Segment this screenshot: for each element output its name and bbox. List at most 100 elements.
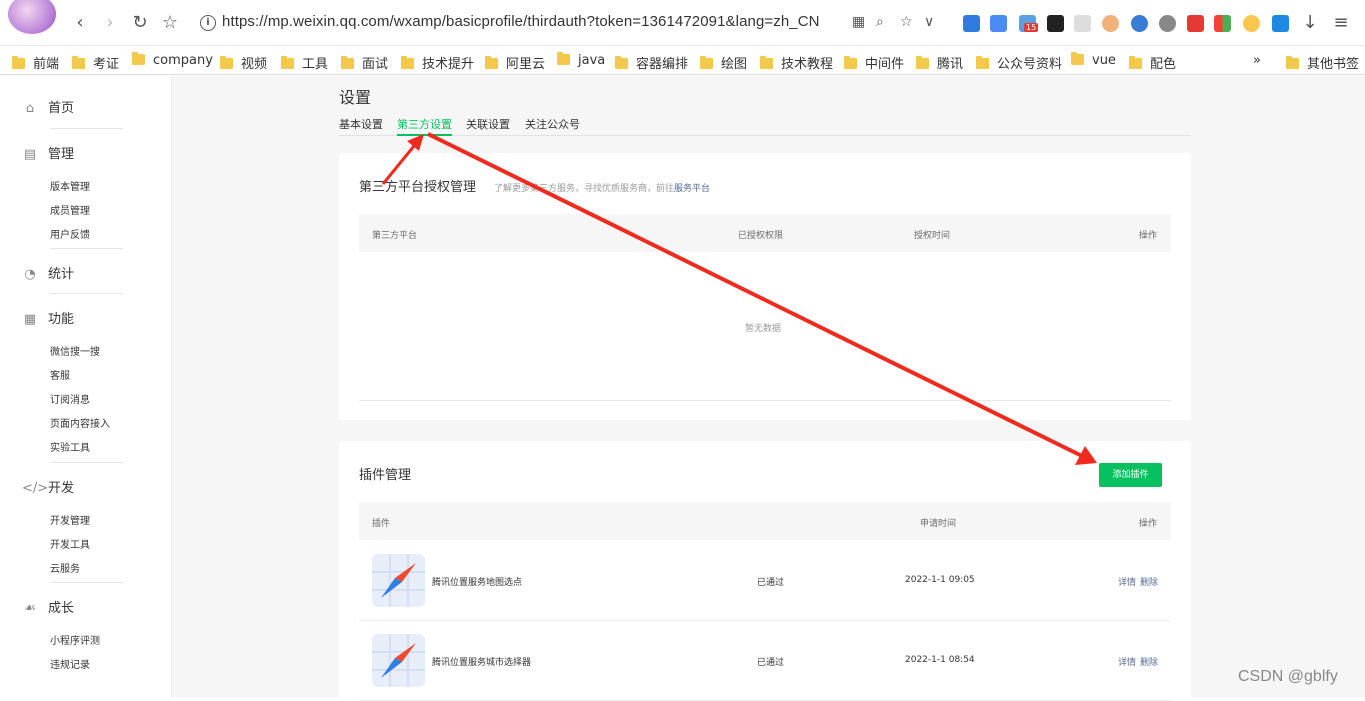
column-header: 申请时间 bbox=[920, 519, 957, 529]
sidebar-item-lab[interactable]: 实验工具 bbox=[50, 439, 90, 454]
sidebar-item-dev[interactable]: </>开发 bbox=[22, 477, 74, 496]
bookmark-folder[interactable]: 工具 bbox=[281, 53, 329, 72]
bookmark-folder[interactable]: 考证 bbox=[72, 53, 120, 72]
tab-association[interactable]: 关联设置 bbox=[466, 116, 510, 132]
compass-icon bbox=[372, 634, 425, 687]
folder-icon bbox=[916, 56, 929, 69]
reload-icon[interactable]: ↻ bbox=[130, 12, 150, 34]
bookmark-folder[interactable]: 面试 bbox=[341, 53, 388, 72]
bookmark-label: 考证 bbox=[93, 57, 120, 72]
menu-icon[interactable]: ≡ bbox=[1331, 12, 1351, 34]
delete-link[interactable]: 删除 bbox=[1140, 655, 1158, 668]
tab-basic[interactable]: 基本设置 bbox=[339, 116, 383, 132]
bookmark-folder[interactable]: 视频 bbox=[220, 53, 267, 72]
bookmark-folder[interactable]: 技术提升 bbox=[401, 53, 474, 72]
address-bar[interactable]: i https://mp.weixin.qq.com/wxamp/basicpr… bbox=[196, 10, 946, 36]
plugin-name: 腾讯位置服务地图选点 bbox=[432, 578, 523, 588]
sidebar-item-review[interactable]: 小程序评测 bbox=[50, 632, 100, 647]
sidebar-item-page-content[interactable]: 页面内容接入 bbox=[50, 415, 110, 430]
add-plugin-button[interactable]: 添加插件 bbox=[1099, 463, 1162, 487]
sidebar-item-search[interactable]: 微信搜一搜 bbox=[50, 343, 100, 358]
bookmark-folder[interactable]: 前端 bbox=[12, 53, 60, 72]
bookmark-folder[interactable]: 容器编排 bbox=[615, 53, 688, 72]
download-icon[interactable]: ↓ bbox=[1300, 12, 1320, 34]
zoom-icon[interactable]: ⌕ bbox=[876, 14, 884, 30]
site-info-icon[interactable]: i bbox=[200, 15, 216, 31]
tab-third-party[interactable]: 第三方设置 bbox=[397, 116, 452, 136]
folder-icon bbox=[1071, 52, 1084, 65]
bookmark-folder[interactable]: 公众号资料 bbox=[976, 53, 1062, 72]
bookmark-folder[interactable]: 技术教程 bbox=[760, 53, 833, 72]
sidebar-label: 开发 bbox=[48, 481, 75, 496]
sidebar-item-version[interactable]: 版本管理 bbox=[50, 178, 90, 193]
divider bbox=[50, 293, 123, 294]
folder-icon bbox=[1129, 56, 1142, 69]
sidebar-label: 管理 bbox=[48, 147, 75, 162]
bookmarks-bar: 前端 考证 company 视频 工具 面试 技术提升 阿里云 java 容器编… bbox=[0, 47, 1365, 75]
sidebar-item-manage[interactable]: ▤ 管理 bbox=[22, 143, 74, 162]
sidebar-item-dev-manage[interactable]: 开发管理 bbox=[50, 512, 90, 527]
empty-state: 暂无数据 bbox=[745, 324, 782, 334]
sidebar-item-cloud[interactable]: 云服务 bbox=[50, 560, 80, 575]
bookmark-folder[interactable]: 腾讯 bbox=[916, 53, 963, 72]
sidebar-item-members[interactable]: 成员管理 bbox=[50, 202, 90, 217]
chevron-down-icon[interactable]: ∨ bbox=[924, 14, 934, 30]
divider bbox=[50, 462, 123, 463]
extension-badge-icon[interactable]: 15 bbox=[1019, 15, 1039, 32]
globe-extension-icon[interactable] bbox=[1131, 15, 1148, 32]
bookmark-folder[interactable]: java bbox=[557, 52, 605, 69]
bookmark-folder[interactable]: 阿里云 bbox=[485, 53, 545, 72]
bookmark-star-icon[interactable]: ☆ bbox=[160, 12, 180, 34]
bookmark-folder[interactable]: 配色 bbox=[1129, 53, 1176, 72]
column-header: 授权时间 bbox=[914, 231, 951, 241]
folder-icon bbox=[976, 56, 989, 69]
bookmark-folder[interactable]: company bbox=[132, 52, 213, 69]
bookmark-label: 工具 bbox=[302, 57, 329, 72]
column-header: 第三方平台 bbox=[372, 231, 418, 241]
sidebar-item-service[interactable]: 客服 bbox=[50, 367, 70, 382]
sidebar-item-feature[interactable]: ▦ 功能 bbox=[22, 308, 74, 327]
eye-extension-icon[interactable] bbox=[1159, 15, 1176, 32]
sidebar-item-subscribe[interactable]: 订阅消息 bbox=[50, 391, 90, 406]
fe-extension-icon[interactable] bbox=[1187, 15, 1204, 32]
face-extension-icon[interactable] bbox=[1102, 15, 1119, 32]
bookmark-folder[interactable]: 中间件 bbox=[844, 53, 905, 72]
qr-icon[interactable]: ▦ bbox=[852, 14, 865, 30]
bookmark-folder-other[interactable]: 其他书签 bbox=[1286, 53, 1359, 72]
vue-devtools-icon[interactable] bbox=[1074, 15, 1091, 32]
sidebar-item-home[interactable]: ⌂ 首页 bbox=[22, 97, 74, 116]
page-title: 设置 bbox=[339, 88, 372, 107]
grid-extension-icon[interactable] bbox=[1214, 15, 1231, 32]
watermark: CSDN @gblfy bbox=[1238, 668, 1338, 685]
forward-icon[interactable]: › bbox=[100, 12, 120, 34]
bookmark-label: 前端 bbox=[33, 57, 60, 72]
folder-icon bbox=[72, 56, 85, 69]
folder-icon bbox=[700, 56, 713, 69]
back-icon[interactable]: ‹ bbox=[70, 12, 90, 34]
bookmark-folder[interactable]: vue bbox=[1071, 52, 1116, 69]
bookmark-label: 中间件 bbox=[865, 57, 905, 72]
sidebar-item-growth[interactable]: ☙ 成长 bbox=[22, 597, 74, 616]
tab-follow-account[interactable]: 关注公众号 bbox=[525, 116, 580, 132]
detail-link[interactable]: 详情 bbox=[1118, 575, 1136, 588]
sidebar-item-violations[interactable]: 违规记录 bbox=[50, 656, 90, 671]
translate-icon[interactable] bbox=[990, 15, 1007, 32]
sidebar-item-feedback[interactable]: 用户反馈 bbox=[50, 226, 90, 241]
service-platform-link[interactable]: 服务平台 bbox=[674, 184, 710, 194]
folder-icon bbox=[1286, 56, 1299, 69]
delete-link[interactable]: 删除 bbox=[1140, 575, 1158, 588]
extension-icon[interactable] bbox=[963, 15, 980, 32]
third-party-table-header: 第三方平台 已授权权限 授权时间 操作 bbox=[359, 214, 1171, 252]
detail-link[interactable]: 详情 bbox=[1118, 655, 1136, 668]
star-icon[interactable]: ☆ bbox=[900, 14, 913, 30]
inbox-icon: ▤ bbox=[23, 147, 37, 162]
profile-avatar[interactable] bbox=[8, 0, 56, 34]
folder-icon bbox=[281, 56, 294, 69]
dark-extension-icon[interactable] bbox=[1047, 15, 1064, 32]
bookmark-folder[interactable]: 绘图 bbox=[700, 53, 747, 72]
bookmarks-more-button[interactable]: » bbox=[1253, 53, 1261, 69]
sidebar-item-stats[interactable]: ◔ 统计 bbox=[22, 263, 74, 282]
scissors-extension-icon[interactable] bbox=[1272, 15, 1289, 32]
sidebar-item-dev-tools[interactable]: 开发工具 bbox=[50, 536, 90, 551]
moon-extension-icon[interactable] bbox=[1243, 15, 1260, 32]
